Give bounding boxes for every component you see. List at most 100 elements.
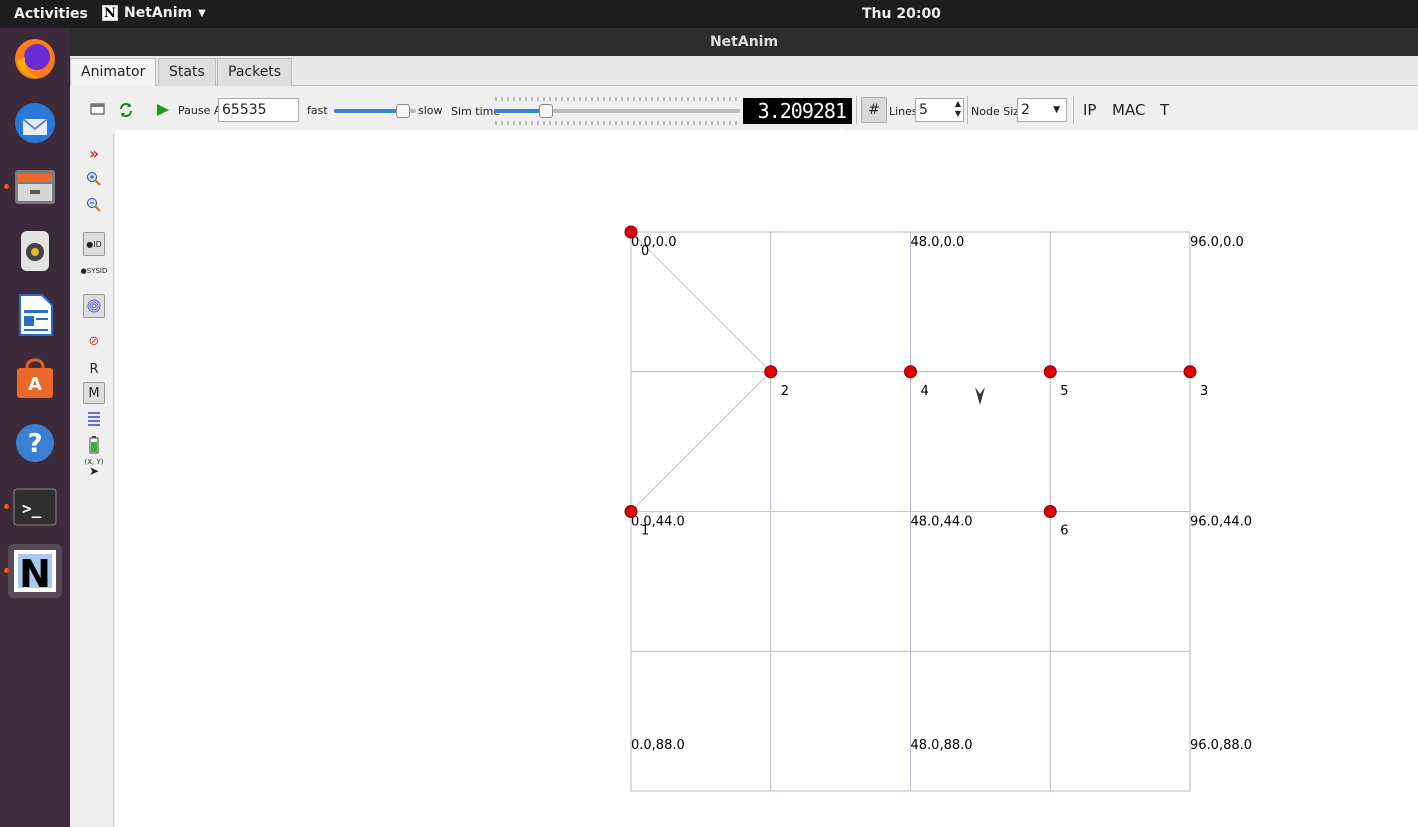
software-center-icon: A — [17, 358, 53, 398]
show-node-id-button[interactable]: ●ID — [83, 232, 105, 256]
activities-button[interactable]: Activities — [14, 6, 88, 22]
thunderbird-icon — [15, 103, 55, 143]
grid-coordinate-label: 96.0,44.0 — [1190, 515, 1252, 530]
svg-text:N: N — [19, 552, 51, 595]
packet-arrow-icon — [975, 387, 985, 405]
node-id-label: 4 — [921, 384, 929, 399]
grid-coordinate-label: 0.0,0.0 — [631, 235, 676, 250]
node-5[interactable] — [1043, 365, 1057, 379]
packet-list-icon — [88, 412, 100, 426]
clock[interactable]: Thu 20:00 — [862, 6, 941, 22]
files-icon — [15, 170, 55, 204]
sim-time-fill — [494, 109, 546, 113]
link-line — [630, 231, 772, 373]
zoom-out-icon — [87, 198, 101, 212]
zoom-out-button[interactable] — [83, 194, 105, 216]
node-3[interactable] — [1183, 365, 1197, 379]
dock-writer[interactable] — [8, 288, 62, 342]
window-title: NetAnim — [70, 28, 1418, 56]
node-2[interactable] — [764, 365, 778, 379]
spin-arrows-icon[interactable]: ▲ ▼ — [955, 99, 961, 119]
slow-label: slow — [418, 104, 443, 117]
sysid-icon: ●SYSID — [80, 267, 108, 275]
grid-label-layer: 0.0,0.0 48.0,0.0 96.0,0.0 0.0,44.0 48.0,44.0… — [631, 235, 1252, 753]
play-button[interactable] — [156, 103, 170, 117]
dock-files[interactable] — [4, 160, 62, 214]
dock-thunderbird[interactable] — [8, 96, 62, 150]
animator-toolbar: Pause At 65535 fast slow Sim time 3.2092… — [70, 86, 1418, 149]
node-1[interactable] — [624, 505, 638, 518]
node-id-label: 5 — [1060, 384, 1068, 399]
svg-text:?: ? — [27, 429, 42, 459]
dock-software[interactable]: A — [8, 352, 62, 406]
node-id-icon: ●ID — [86, 239, 102, 249]
packet-list-button[interactable] — [83, 408, 105, 430]
running-indicator — [4, 568, 9, 573]
grid-coordinate-label: 96.0,0.0 — [1190, 235, 1244, 250]
blocked-icon[interactable]: ⊘ — [83, 330, 105, 352]
m-button[interactable]: M — [83, 382, 105, 404]
zoom-in-button[interactable] — [83, 168, 105, 190]
netanim-window: NetAnim Animator Stats Packets Pause At … — [70, 28, 1418, 827]
show-sysid-button[interactable]: ●SYSID — [80, 260, 108, 282]
open-file-button[interactable] — [90, 102, 106, 116]
dock: A ? >_ N — [0, 28, 70, 827]
t-toggle[interactable]: T — [1160, 101, 1169, 119]
ip-toggle[interactable]: IP — [1083, 101, 1096, 119]
sim-time-slider[interactable] — [494, 96, 740, 126]
sim-time-handle[interactable] — [538, 104, 553, 118]
battery-icon — [89, 436, 99, 454]
reload-button[interactable] — [118, 102, 134, 118]
grid-coordinate-label: 0.0,88.0 — [631, 738, 685, 753]
node-0[interactable] — [624, 225, 638, 239]
node-layer[interactable]: 0 1 2 3 4 5 6 — [624, 225, 1208, 539]
tab-stats[interactable]: Stats — [158, 58, 216, 86]
grid-coordinate-label: 48.0,44.0 — [911, 515, 973, 530]
tab-packets[interactable]: Packets — [217, 58, 293, 86]
node-6[interactable] — [1043, 505, 1057, 518]
netanim-small-icon: N — [102, 5, 118, 21]
help-icon: ? — [16, 424, 54, 462]
wireless-circles-button[interactable] — [83, 294, 105, 318]
grid-icon: # — [868, 102, 880, 118]
running-indicator — [4, 184, 9, 189]
dock-netanim[interactable]: N — [4, 544, 62, 598]
dock-firefox[interactable] — [8, 32, 62, 86]
grid-coordinate-label: 96.0,88.0 — [1190, 738, 1252, 753]
cursor-icon: ➤ — [88, 464, 100, 478]
app-menu-label: NetAnim — [124, 5, 193, 21]
rhythmbox-icon — [21, 231, 49, 271]
animator-side-toolbar: » ●ID ●SYSID ⊘ R M (X, Y) ➤ — [70, 134, 114, 827]
animation-canvas[interactable]: 0.0,0.0 48.0,0.0 96.0,0.0 0.0,44.0 48.0,44.0… — [115, 130, 1418, 827]
running-indicator — [4, 504, 9, 509]
top-bar: Activities N NetAnim ▼ Thu 20:00 — [0, 0, 1418, 28]
speed-slider-fill — [334, 109, 403, 113]
dock-rhythmbox[interactable] — [8, 224, 62, 278]
speed-slider[interactable] — [334, 104, 416, 118]
lines-spinbox[interactable]: 5 ▲ ▼ — [915, 98, 964, 122]
pause-at-input[interactable]: 65535 — [218, 98, 299, 122]
open-file-icon — [90, 103, 105, 115]
tab-animator[interactable]: Animator — [70, 58, 157, 87]
speed-slider-handle[interactable] — [395, 104, 410, 118]
sim-time-display: 3.209281 6 — [743, 98, 852, 149]
network-scene[interactable]: 0.0,0.0 48.0,0.0 96.0,0.0 0.0,44.0 48.0,44.0… — [115, 130, 1418, 827]
app-menu[interactable]: N NetAnim ▼ — [102, 5, 206, 21]
mac-toggle[interactable]: MAC — [1112, 101, 1145, 119]
node-id-label: 2 — [781, 384, 789, 399]
node-size-value: 2 — [1021, 102, 1030, 118]
tab-bar: Animator Stats Packets — [70, 56, 1418, 87]
node-id-label: 0 — [641, 244, 649, 259]
node-4[interactable] — [904, 365, 917, 379]
grid-toggle-button[interactable]: # — [861, 97, 887, 123]
dock-help[interactable]: ? — [8, 416, 62, 470]
toolbar-separator — [856, 96, 857, 124]
wireless-circles-icon — [87, 299, 101, 313]
dock-terminal[interactable]: >_ — [4, 480, 62, 534]
coordinates-button[interactable]: (X, Y) ➤ — [83, 456, 105, 478]
r-button[interactable]: R — [83, 358, 105, 380]
expand-chevrons-icon[interactable]: » — [83, 142, 105, 164]
battery-button[interactable] — [83, 434, 105, 456]
chevron-down-icon: ▼ — [1053, 105, 1060, 115]
node-size-select[interactable]: 2 ▼ — [1017, 98, 1067, 122]
